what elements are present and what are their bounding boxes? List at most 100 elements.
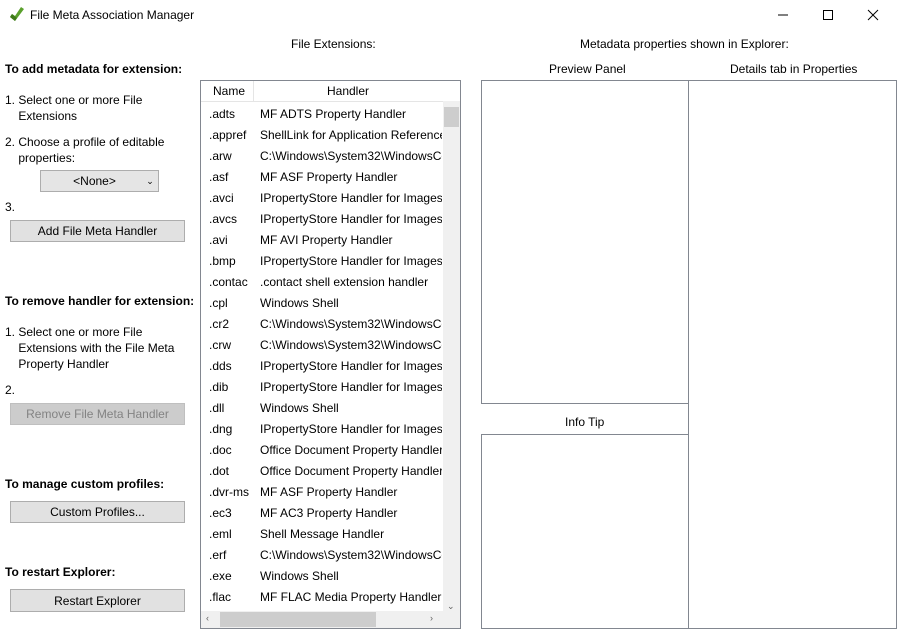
list-item[interactable]: .appref ShellLink for Application Referen… <box>201 124 442 145</box>
extension-name: .bmp <box>209 253 236 268</box>
extension-handler: C:\Windows\System32\WindowsCodecs <box>260 316 442 331</box>
extension-name: .dng <box>209 421 233 436</box>
list-item[interactable]: .cpl Windows Shell <box>201 292 442 313</box>
add-metadata-heading: To add metadata for extension: <box>5 62 183 76</box>
maximize-icon <box>823 10 833 20</box>
minimize-button[interactable] <box>760 0 806 30</box>
list-item[interactable]: .arw C:\Windows\System32\WindowsCodecs <box>201 145 442 166</box>
list-item[interactable]: .crw C:\Windows\System32\WindowsCodecs <box>201 334 442 355</box>
vertical-scroll-thumb[interactable] <box>444 107 459 127</box>
column-header-name[interactable]: Name <box>201 81 254 101</box>
list-item[interactable]: .doc Office Document Property Handler <box>201 439 442 460</box>
extension-handler: Windows Shell <box>260 568 339 583</box>
extension-name: .arw <box>209 148 232 163</box>
extension-handler: ShellLink for Application Reference <box>260 127 442 142</box>
list-item[interactable]: .exe Windows Shell <box>201 565 442 586</box>
horizontal-scroll-thumb[interactable] <box>220 612 376 627</box>
list-header: Name Handler <box>201 81 460 102</box>
extension-name: .contac <box>209 274 248 289</box>
restart-explorer-heading: To restart Explorer: <box>5 565 116 579</box>
list-item[interactable]: .avi MF AVI Property Handler <box>201 229 442 250</box>
scroll-left-icon[interactable]: ‹ <box>206 613 209 623</box>
extension-handler: .contact shell extension handler <box>260 274 429 289</box>
remove-handler-heading: To remove handler for extension: <box>5 294 195 308</box>
extension-handler: C:\Windows\System32\WindowsCodecs <box>260 337 442 352</box>
metadata-properties-label: Metadata properties shown in Explorer: <box>580 37 789 51</box>
extension-handler: Windows Shell <box>260 400 339 415</box>
list-item[interactable]: .bmp IPropertyStore Handler for Images <box>201 250 442 271</box>
app-icon <box>8 5 26 23</box>
list-item[interactable]: .cr2 C:\Windows\System32\WindowsCodecs <box>201 313 442 334</box>
details-tab-list[interactable] <box>688 80 897 629</box>
extension-handler: Shell Message Handler <box>260 526 385 541</box>
extension-name: .erf <box>209 547 227 562</box>
remove-file-meta-handler-button[interactable]: Remove File Meta Handler <box>10 403 185 425</box>
profile-select[interactable]: <None> ⌄ <box>40 170 159 192</box>
column-header-handler[interactable]: Handler <box>254 81 442 101</box>
window-title: File Meta Association Manager <box>30 8 195 22</box>
extension-handler: MF ASF Property Handler <box>260 169 398 184</box>
extension-handler: IPropertyStore Handler for Images <box>260 379 442 394</box>
extension-name: .ec3 <box>209 505 232 520</box>
extension-handler: C:\Windows\System32\WindowsCodecs <box>260 547 442 562</box>
list-item[interactable]: .erf C:\Windows\System32\WindowsCodecs <box>201 544 442 565</box>
extension-handler: IPropertyStore Handler for Images <box>260 211 442 226</box>
remove-step-2: 2. <box>5 383 16 397</box>
file-extensions-label: File Extensions: <box>291 37 376 51</box>
extension-handler: Windows Shell <box>260 295 339 310</box>
manage-profiles-heading: To manage custom profiles: <box>5 477 165 491</box>
extension-name: .dot <box>209 463 230 478</box>
list-item[interactable]: .dng IPropertyStore Handler for Images <box>201 418 442 439</box>
list-item[interactable]: .eml Shell Message Handler <box>201 523 442 544</box>
maximize-button[interactable] <box>805 0 851 30</box>
extension-handler: IPropertyStore Handler for Images <box>260 190 442 205</box>
extension-name: .avcs <box>209 211 238 226</box>
extension-handler: MF ASF Property Handler <box>260 484 398 499</box>
list-item[interactable]: .flac MF FLAC Media Property Handler <box>201 586 442 607</box>
vertical-scrollbar[interactable]: ⌄ <box>443 101 460 612</box>
extension-name: .dvr-ms <box>209 484 249 499</box>
profile-select-value: <None> <box>73 174 116 188</box>
list-item[interactable]: .avcs IPropertyStore Handler for Images <box>201 208 442 229</box>
extension-handler: IPropertyStore Handler for Images <box>260 253 442 268</box>
close-icon <box>867 9 879 21</box>
list-item[interactable]: .dib IPropertyStore Handler for Images <box>201 376 442 397</box>
horizontal-scrollbar[interactable]: ‹ › <box>201 611 460 628</box>
scroll-right-icon[interactable]: › <box>430 613 433 623</box>
restart-explorer-button[interactable]: Restart Explorer <box>10 589 185 612</box>
list-item[interactable]: .dll Windows Shell <box>201 397 442 418</box>
extension-name: .dib <box>209 379 229 394</box>
add-file-meta-handler-button[interactable]: Add File Meta Handler <box>10 220 185 242</box>
remove-step-1: 1. Select one or more File Extensions wi… <box>5 325 175 371</box>
preview-panel-label: Preview Panel <box>549 62 626 76</box>
list-item[interactable]: .adts MF ADTS Property Handler <box>201 103 442 124</box>
add-step-1: 1. Select one or more File Extensions <box>5 93 143 123</box>
extension-name: .avi <box>209 232 228 247</box>
extension-name: .adts <box>209 106 236 121</box>
extension-handler: MF FLAC Media Property Handler <box>260 589 442 604</box>
extension-handler: MF AVI Property Handler <box>260 232 393 247</box>
extension-name: .dds <box>209 358 232 373</box>
extension-name: .dll <box>209 400 225 415</box>
file-extensions-list[interactable]: Name Handler .adts MF ADTS Property Handl… <box>200 80 461 629</box>
list-item[interactable]: .dvr-ms MF ASF Property Handler <box>201 481 442 502</box>
list-item[interactable]: .avci IPropertyStore Handler for Images <box>201 187 442 208</box>
extension-handler: IPropertyStore Handler for Images <box>260 358 442 373</box>
chevron-down-icon: ⌄ <box>146 175 154 186</box>
extension-name: .doc <box>209 442 232 457</box>
list-item[interactable]: .dds IPropertyStore Handler for Images <box>201 355 442 376</box>
extension-name: .appref <box>209 127 247 142</box>
info-tip-list[interactable] <box>481 434 689 629</box>
list-item[interactable]: .dot Office Document Property Handler <box>201 460 442 481</box>
list-item[interactable]: .ec3 MF AC3 Property Handler <box>201 502 442 523</box>
close-button[interactable] <box>850 0 896 30</box>
list-item[interactable]: .contac .contact shell extension handler <box>201 271 442 292</box>
extension-name: .cpl <box>209 295 228 310</box>
preview-panel-list[interactable] <box>481 80 689 404</box>
minimize-icon <box>778 14 788 16</box>
extension-name: .crw <box>209 337 231 352</box>
list-item[interactable]: .asf MF ASF Property Handler <box>201 166 442 187</box>
add-step-3: 3. <box>5 200 16 214</box>
custom-profiles-button[interactable]: Custom Profiles... <box>10 501 185 523</box>
extension-handler: Office Document Property Handler <box>260 463 442 478</box>
